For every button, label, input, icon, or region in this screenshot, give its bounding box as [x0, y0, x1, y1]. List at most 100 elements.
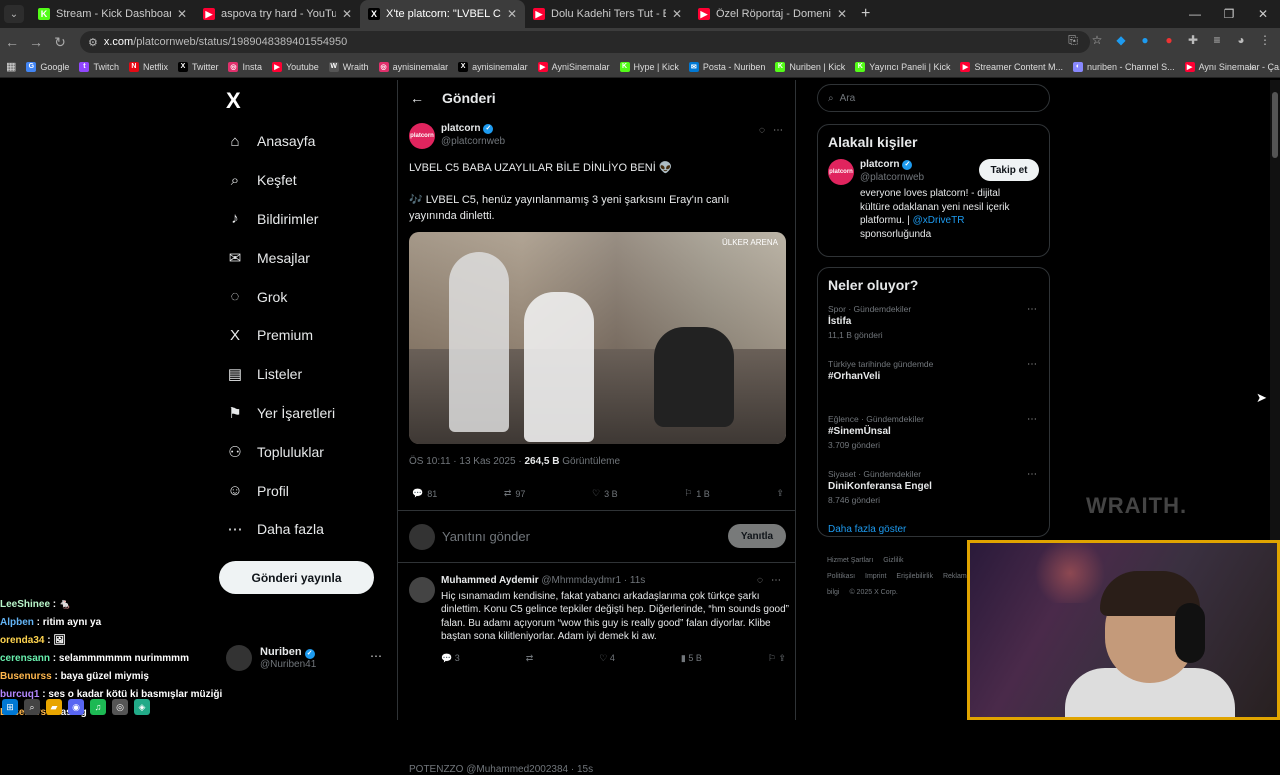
close-tab-icon[interactable]: ✕	[672, 7, 682, 21]
back-arrow-icon[interactable]: ←	[410, 90, 424, 106]
search-icon[interactable]: ⌕	[24, 699, 40, 715]
bookmark-item[interactable]: Xaynisinemalar	[458, 61, 528, 72]
bookmark-item[interactable]: W Wraith	[328, 61, 369, 72]
bookmark-item[interactable]: X Twitter	[177, 61, 218, 72]
discord-icon[interactable]: ◉	[68, 699, 84, 715]
app-icon[interactable]: ◈	[134, 699, 150, 715]
more-icon[interactable]: ⋯	[773, 125, 783, 136]
bookmark-item[interactable]: G Google	[26, 61, 69, 72]
close-tab-icon[interactable]: ✕	[177, 7, 187, 21]
grok-icon[interactable]: ◌	[759, 125, 765, 136]
author-name[interactable]: platcorn	[441, 123, 480, 134]
related-name[interactable]: platcorn	[860, 159, 899, 170]
spotify-icon[interactable]: ♫	[90, 699, 106, 715]
sidebar-item[interactable]: ◌ Grok	[226, 277, 335, 316]
like-button[interactable]: ♡ 4	[599, 653, 615, 664]
close-tab-icon[interactable]: ✕	[507, 7, 517, 21]
sidebar-item[interactable]: X Premium	[226, 316, 335, 355]
more-icon[interactable]: ⋯	[1027, 359, 1037, 370]
bookmark-item[interactable]: K Hype | Kick	[619, 61, 679, 72]
bookmark-item[interactable]: ▶ AyniSinemalar	[537, 61, 610, 72]
sidebar-item[interactable]: ☺ Profil	[226, 471, 335, 510]
browser-tab[interactable]: X X'te platcorn: "LVBEL C5 BA ✕	[360, 0, 525, 28]
bookmark-item[interactable]: N Netflix	[128, 61, 168, 72]
more-icon[interactable]: ⋯	[1027, 304, 1037, 315]
extensions-icon[interactable]: ✚	[1186, 33, 1200, 47]
sidebar-item[interactable]: ♪ Bildirimler	[226, 200, 335, 239]
reply-button[interactable]: 💬 3	[441, 653, 460, 664]
reply-button[interactable]: 💬 81	[412, 488, 437, 499]
repost-button[interactable]: ⇄ 97	[504, 488, 526, 499]
reload-button[interactable]: ↻	[48, 34, 72, 51]
footer-link[interactable]: Hizmet Şartları	[827, 557, 873, 564]
sidebar-item[interactable]: ⌕ Keşfet	[226, 161, 335, 200]
repost-button[interactable]: ⇄	[526, 653, 534, 664]
grok-icon[interactable]: ◌	[757, 575, 763, 586]
tab-search-button[interactable]: ⌄	[4, 5, 24, 23]
media-control-icon[interactable]: ≡	[1210, 33, 1224, 47]
post-author[interactable]: platcorn platcorn ✓ @platcornweb	[409, 123, 505, 149]
trend-item[interactable]: Türkiye tarihinde gündemde #OrhanVeli ⋯	[818, 357, 1049, 412]
folder-icon[interactable]: ▰	[46, 699, 62, 715]
bookmark-button[interactable]: ⚐ ⇪	[768, 653, 786, 664]
sidebar-item[interactable]: ⚑ Yer İşaretleri	[226, 394, 335, 433]
maximize-button[interactable]: ❐	[1212, 7, 1246, 21]
bookmark-item[interactable]: ▶ Streamer Content M...	[960, 61, 1063, 72]
back-button[interactable]: ←	[0, 34, 24, 50]
footer-link[interactable]: Erişilebilirlik	[896, 573, 933, 580]
trend-item[interactable]: Eğlence · Gündemdekiler #SinemÜnsal 3.709 …	[818, 412, 1049, 467]
menu-icon[interactable]: ⋮	[1258, 33, 1272, 47]
sidebar-item[interactable]: ✉ Mesajlar	[226, 238, 335, 277]
sidebar-item[interactable]: ⚇ Topluluklar	[226, 432, 335, 471]
post-video[interactable]: ÜLKER ARENA	[409, 232, 786, 444]
sidebar-item[interactable]: ▤ Listeler	[226, 355, 335, 394]
more-icon[interactable]: ⋯	[1027, 414, 1037, 425]
post-button[interactable]: Gönderi yayınla	[219, 561, 374, 594]
more-icon[interactable]: ⋯	[1027, 469, 1037, 480]
more-icon[interactable]: ⋯	[370, 649, 382, 663]
apps-icon[interactable]: ▦	[6, 60, 16, 73]
share-button[interactable]: ⇪	[776, 488, 784, 499]
address-bar[interactable]: ⚙ x.com/platcornweb/status/1989048389401…	[80, 31, 1090, 53]
x-logo-icon[interactable]: X	[226, 88, 241, 114]
browser-tab[interactable]: ▶ aspova try hard - YouTube ✕	[195, 0, 360, 28]
forward-button[interactable]: →	[24, 34, 48, 50]
related-user[interactable]: platcorn platcorn ✓ @platcornweb everyone…	[818, 159, 1049, 251]
scrollbar-thumb[interactable]	[1272, 92, 1278, 158]
more-bookmarks-icon[interactable]: »	[1249, 62, 1254, 72]
close-window-button[interactable]: ✕	[1246, 7, 1280, 21]
bookmark-item[interactable]: ◎ Insta	[228, 61, 262, 72]
avatar[interactable]: platcorn	[409, 123, 435, 149]
search-input[interactable]: ⌕ Ara	[817, 84, 1050, 112]
avatar[interactable]: platcorn	[828, 159, 854, 185]
views-button[interactable]: ▮ 5 B	[681, 653, 702, 664]
extension-icon[interactable]: ●	[1162, 33, 1176, 47]
bookmark-item[interactable]: ◐ nuriben - Channel S...	[1073, 61, 1175, 72]
bookmark-item[interactable]: ◎ aynisinemalar	[378, 61, 448, 72]
bookmark-item[interactable]: ▶ Youtube	[272, 61, 319, 72]
follow-button[interactable]: Takip et	[979, 159, 1039, 181]
reply-input[interactable]: Yanıtını gönder	[442, 529, 530, 544]
install-icon[interactable]: ⎘	[1066, 33, 1080, 47]
site-info-icon[interactable]: ⚙	[88, 36, 98, 49]
bookmark-star-icon[interactable]: ☆	[1090, 33, 1104, 47]
avatar[interactable]	[409, 577, 435, 603]
bookmark-item[interactable]: ▶ Aynı Sinemalar - Ça...	[1184, 61, 1280, 72]
author-handle[interactable]: @platcornweb	[441, 136, 505, 147]
bookmark-item[interactable]: t Twitch	[79, 61, 119, 72]
trend-item[interactable]: Spor · Gündemdekiler İstifa 11,1 B gönderi…	[818, 302, 1049, 357]
sidebar-item[interactable]: ⋯ Daha fazla	[226, 510, 335, 549]
sidebar-item[interactable]: ⌂ Anasayfa	[226, 122, 335, 161]
mention-link[interactable]: @xDriveTR	[913, 215, 965, 226]
bookmark-item[interactable]: K Yayıncı Paneli | Kick	[855, 61, 950, 72]
browser-tab[interactable]: ▶ Özel Röportaj - Domenico Tede ✕	[690, 0, 855, 28]
trend-item[interactable]: Siyaset · Gündemdekiler DiniKonferansa En…	[818, 467, 1049, 522]
footer-link[interactable]: © 2025 X Corp.	[849, 589, 897, 596]
extension-icon[interactable]: ●	[1138, 33, 1152, 47]
close-tab-icon[interactable]: ✕	[342, 7, 352, 21]
bookmark-item[interactable]: K Nuriben | Kick	[775, 61, 845, 72]
more-icon[interactable]: ⋯	[771, 575, 781, 586]
browser-tab[interactable]: ▶ Dolu Kadehi Ters Tut - Bizi Bırak ✕	[525, 0, 690, 28]
app-icon[interactable]: ◎	[112, 699, 128, 715]
bookmark-button[interactable]: ⚐ 1 B	[684, 488, 710, 499]
